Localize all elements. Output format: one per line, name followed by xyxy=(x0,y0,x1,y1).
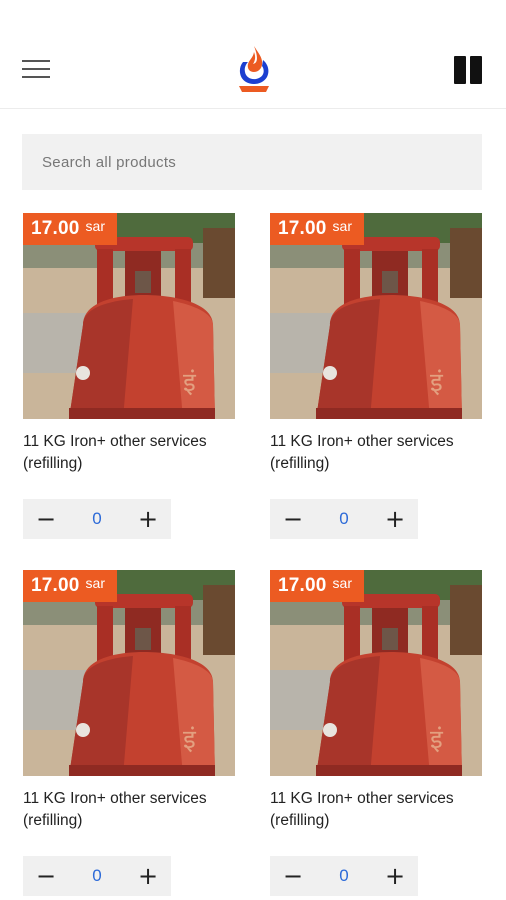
product-title[interactable]: 11 KG Iron+ other services (refilling) xyxy=(270,788,482,832)
quantity-stepper: − 0 + xyxy=(270,499,418,539)
product-card[interactable]: इं 17.00 sar 11 KG Iron+ other services … xyxy=(270,570,482,896)
svg-text:इं: इं xyxy=(183,368,197,398)
quantity-value: 0 xyxy=(92,509,102,528)
flame-logo-icon[interactable] xyxy=(235,44,273,94)
decrease-qty-button[interactable]: − xyxy=(23,499,69,539)
quantity-stepper: − 0 + xyxy=(23,499,171,539)
increase-qty-button[interactable]: + xyxy=(125,856,171,896)
svg-text:इं: इं xyxy=(183,725,197,755)
app-header xyxy=(0,0,506,109)
search-bar[interactable] xyxy=(22,134,482,190)
menu-line xyxy=(22,68,50,70)
hamburger-menu-icon[interactable] xyxy=(22,58,50,80)
svg-text:इं: इं xyxy=(430,368,444,398)
pause-icon[interactable] xyxy=(454,56,484,84)
minus-icon: − xyxy=(282,862,304,890)
plus-icon: + xyxy=(384,862,406,890)
quantity-value: 0 xyxy=(339,866,349,885)
minus-icon: − xyxy=(35,862,57,890)
price-currency: sar xyxy=(85,218,105,234)
plus-icon: + xyxy=(384,505,406,533)
decrease-qty-button[interactable]: − xyxy=(270,856,316,896)
quantity-value: 0 xyxy=(92,866,102,885)
increase-qty-button[interactable]: + xyxy=(372,499,418,539)
price-currency: sar xyxy=(332,575,352,591)
quantity-stepper: − 0 + xyxy=(270,856,418,896)
product-title[interactable]: 11 KG Iron+ other services (refilling) xyxy=(23,788,235,832)
price-amount: 17.00 xyxy=(278,575,327,596)
price-amount: 17.00 xyxy=(278,218,327,239)
price-amount: 17.00 xyxy=(31,218,80,239)
increase-qty-button[interactable]: + xyxy=(372,856,418,896)
quantity-value: 0 xyxy=(339,509,349,528)
menu-line xyxy=(22,76,50,78)
product-image[interactable]: इं 17.00 sar xyxy=(270,570,482,776)
quantity-stepper: − 0 + xyxy=(23,856,171,896)
price-badge: 17.00 sar xyxy=(270,570,364,602)
decrease-qty-button[interactable]: − xyxy=(270,499,316,539)
minus-icon: − xyxy=(282,505,304,533)
product-image[interactable]: इं 17.00 sar xyxy=(270,213,482,419)
svg-text:इं: इं xyxy=(430,725,444,755)
increase-qty-button[interactable]: + xyxy=(125,499,171,539)
price-badge: 17.00 sar xyxy=(23,213,117,245)
product-title[interactable]: 11 KG Iron+ other services (refilling) xyxy=(270,431,482,475)
search-input[interactable] xyxy=(40,152,464,172)
product-title[interactable]: 11 KG Iron+ other services (refilling) xyxy=(23,431,235,475)
price-currency: sar xyxy=(85,575,105,591)
plus-icon: + xyxy=(137,862,159,890)
price-badge: 17.00 sar xyxy=(270,213,364,245)
price-amount: 17.00 xyxy=(31,575,80,596)
product-card[interactable]: इं 17.00 sar 11 KG Iron+ other services … xyxy=(23,213,235,539)
price-currency: sar xyxy=(332,218,352,234)
minus-icon: − xyxy=(35,505,57,533)
product-card[interactable]: इं 17.00 sar 11 KG Iron+ other services … xyxy=(270,213,482,539)
plus-icon: + xyxy=(137,505,159,533)
product-image[interactable]: इं 17.00 sar xyxy=(23,213,235,419)
menu-line xyxy=(22,60,50,62)
pause-bar xyxy=(470,56,482,84)
product-card[interactable]: इं 17.00 sar 11 KG Iron+ other services … xyxy=(23,570,235,896)
product-image[interactable]: इं 17.00 sar xyxy=(23,570,235,776)
pause-bar xyxy=(454,56,466,84)
decrease-qty-button[interactable]: − xyxy=(23,856,69,896)
price-badge: 17.00 sar xyxy=(23,570,117,602)
